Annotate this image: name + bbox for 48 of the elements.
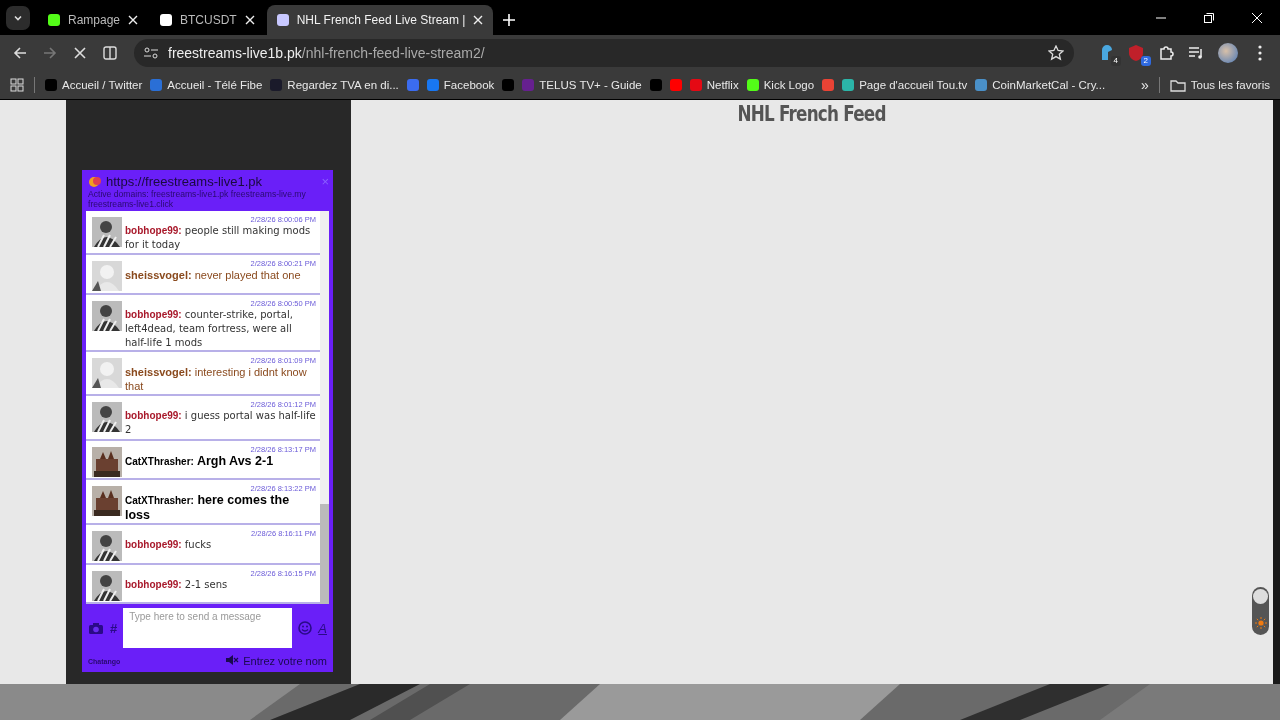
message-text: CatXThrasher: Argh Avs 2-1 [125,453,275,469]
browser-tab[interactable]: NHL French Feed Live Stream | [266,5,494,35]
page-scrollbar[interactable] [1273,100,1280,684]
message-text: sheissvogel: interesting i didnt know that [125,365,308,394]
message-text: bobhope99: people still making mods for it today [125,224,312,253]
bookmark-item[interactable]: Accueil / Twitter [45,79,143,91]
theme-toggle[interactable] [1252,587,1269,635]
message-text: bobhope99: 2-1 sens [125,577,229,592]
extension-badge: 4 [1110,56,1121,66]
browser-tab[interactable]: BTCUSDT [150,5,265,35]
bookmark-icon[interactable] [822,79,835,91]
bookmark-item[interactable]: Facebook [426,79,495,91]
bookmark-item[interactable]: CoinMarketCal - Cry... [975,79,1106,91]
star-icon[interactable] [1048,45,1064,61]
chat-logo-icon [88,174,102,189]
active-domains: Active domains: freestreams-live1.pk freestreams-live.my freestreams-live1.click [88,189,307,209]
bookmark-item[interactable]: TELUS TV+ - Guide [522,79,642,91]
scrollbar[interactable] [320,211,329,604]
bookmark-item[interactable]: Page d'accueil Tou.tv [842,79,968,91]
more-bookmarks-button[interactable]: » [1140,77,1149,93]
bookmark-item[interactable]: Accueil - Télé Fibe [150,79,263,91]
message-text: bobhope99: fucks [125,538,213,553]
message-text: sheissvogel: never played that one [125,268,302,283]
new-tab-icon[interactable] [503,14,516,26]
bookmark-item[interactable]: Netflix [689,79,739,91]
all-bookmarks-folder[interactable]: Tous les favoris [1169,78,1270,92]
bookmark-item[interactable]: Kick Logo [746,79,815,91]
profile-avatar[interactable] [1218,43,1238,63]
bookmark-icon[interactable] [669,79,682,91]
close-icon[interactable] [473,15,484,25]
message-text: CatXThrasher: here comes the loss [125,493,291,522]
close-icon[interactable] [244,15,255,25]
message-input[interactable]: Type here to send a message [123,608,293,648]
bookmark-item[interactable]: Regardez TVA en di... [270,79,399,91]
folder-icon [1169,78,1186,92]
chat-url: https://freestreams-live1.pk [106,174,263,189]
site-settings-icon[interactable] [144,47,158,59]
apps-grid-icon[interactable] [10,78,24,92]
browser-tab[interactable]: Rampage [38,5,149,35]
page-title: NHL French Feed [737,102,887,128]
close-icon[interactable] [128,15,139,25]
message-text: bobhope99: i guess portal was half-life 2 [125,409,316,438]
extension-badge: 2 [1140,56,1151,66]
bookmark-icon[interactable] [406,79,419,91]
sun-icon [1254,617,1267,629]
message-text: bobhope99: counter-strike, portal, left4dead, team fortress, were all half-life 1 mods [125,307,294,350]
address-bar[interactable]: freestreams-live1b.pk/nhl-french-feed-live-stream2/ [134,39,1074,67]
tab-list-button[interactable] [6,6,30,30]
